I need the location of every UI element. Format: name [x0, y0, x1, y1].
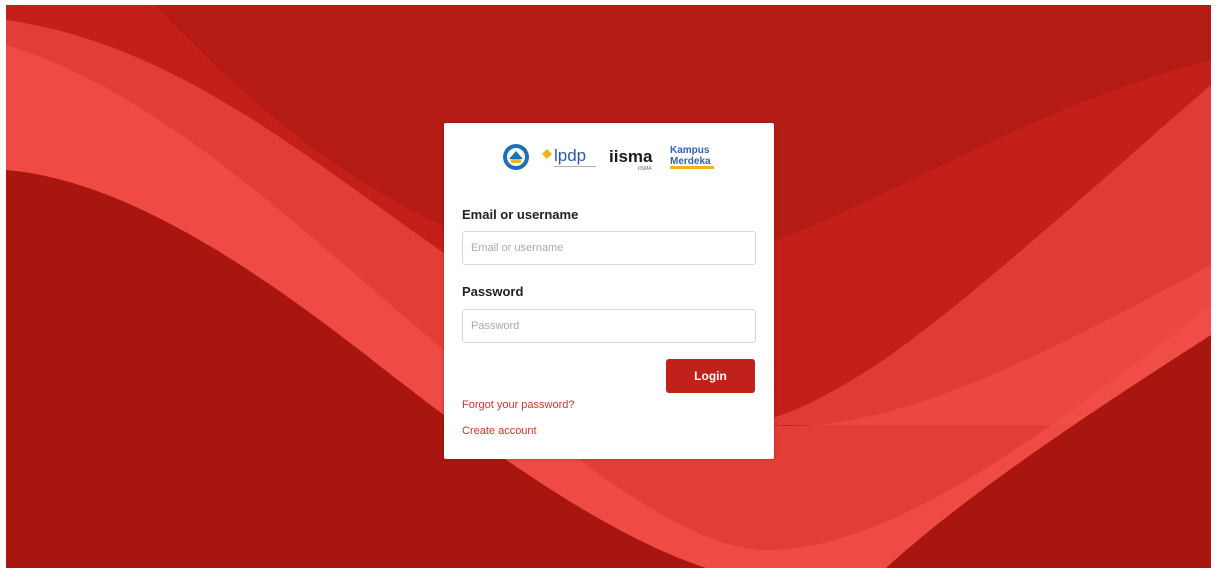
svg-text:IISMA: IISMA: [638, 166, 652, 172]
svg-text:Kampus: Kampus: [670, 145, 710, 156]
password-label: Password: [462, 284, 524, 299]
lpdp-logo: lpdp: [542, 146, 596, 167]
email-label: Email or username: [462, 207, 579, 222]
login-button[interactable]: Login: [666, 359, 755, 393]
forgot-password-link[interactable]: Forgot your password?: [462, 399, 575, 411]
kampus-merdeka-logo: Kampus Merdeka: [670, 145, 714, 169]
svg-text:Merdeka: Merdeka: [670, 156, 711, 167]
partner-logos: lpdp iisma IISMA Kampus Merdeka: [500, 135, 722, 177]
create-account-link[interactable]: Create account: [462, 425, 537, 437]
email-input[interactable]: [462, 231, 756, 265]
kemdikbud-logo: [503, 144, 529, 170]
iisma-logo: iisma IISMA: [609, 147, 653, 172]
svg-text:iisma: iisma: [609, 147, 653, 166]
password-input[interactable]: [462, 309, 756, 343]
login-page-background: lpdp iisma IISMA Kampus Merdeka Email or…: [6, 5, 1211, 568]
svg-text:lpdp: lpdp: [554, 146, 586, 165]
login-card: lpdp iisma IISMA Kampus Merdeka Email or…: [444, 123, 774, 459]
